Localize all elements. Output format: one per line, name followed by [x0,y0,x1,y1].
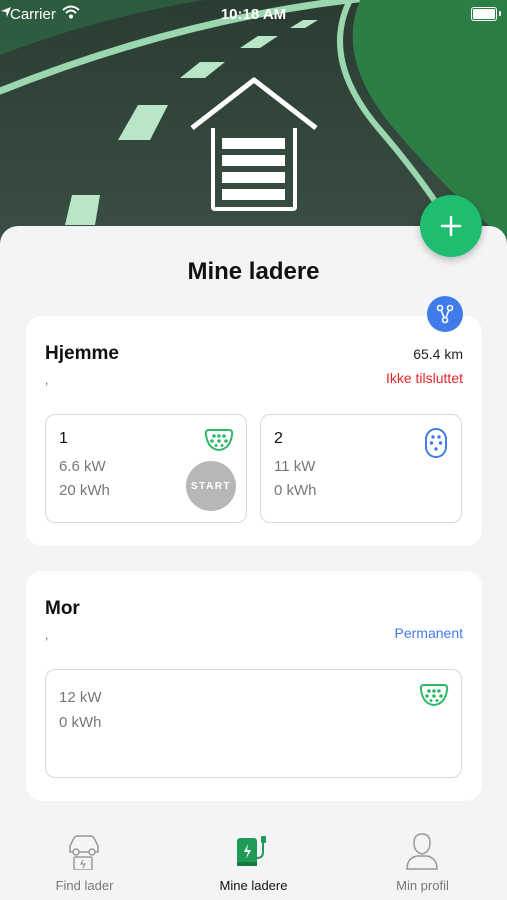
plus-icon [440,215,462,237]
start-charging-button[interactable]: START [186,461,236,511]
find-charger-icon [69,835,99,870]
tab-label: Mine ladere [219,878,288,893]
type2-plug-icon [204,429,234,452]
location-arrow-icon [1,7,11,17]
connector-energy: 0 kWh [59,714,102,731]
connector-1[interactable]: 1 6.6 kW 20 kWh START [45,414,247,523]
clock: 10:18 AM [220,6,287,23]
profile-icon [406,833,438,870]
type1-plug-icon [425,428,447,458]
share-charger-button[interactable] [427,296,463,332]
connector-power: 11 kW [274,458,316,475]
connector-number: 2 [274,430,283,447]
battery-icon [471,7,497,21]
connector-number: 1 [59,430,68,447]
charger-status: Ikke tilsluttet [385,370,463,386]
connector-1[interactable]: 12 kW 0 kWh [45,669,462,778]
charger-card-mor[interactable]: Mor , Permanent 12 kW 0 kWh [26,571,482,801]
tab-find-charger[interactable]: Find lader [0,820,169,900]
my-chargers-icon [237,836,266,866]
tab-my-chargers[interactable]: Mine ladere [169,820,338,900]
page-title: Mine ladere [187,258,320,285]
tab-my-profile[interactable]: Min profil [338,820,507,900]
connector-2[interactable]: 2 11 kW 0 kWh [260,414,462,523]
type2-plug-icon [419,684,449,707]
charger-name: Hjemme [45,343,119,364]
share-icon [436,304,454,324]
status-bar: Carrier 10:18 AM [0,0,507,28]
add-charger-button[interactable] [420,195,482,257]
charger-distance: 65.4 km [413,346,463,362]
charger-status: Permanent [394,625,463,641]
connector-power: 12 kW [59,689,102,706]
tab-bar: Find lader Mine ladere Min profil [0,820,507,900]
connector-power: 6.6 kW [59,458,106,475]
charger-card-hjemme[interactable]: Hjemme , 65.4 km Ikke tilsluttet 1 6.6 k… [26,316,482,546]
charger-name: Mor [45,598,80,619]
tab-label: Find lader [55,878,114,893]
tab-label: Min profil [396,878,449,893]
connector-energy: 0 kWh [274,482,317,499]
connector-energy: 20 kWh [59,482,110,499]
charger-address: , [45,628,49,642]
charger-address: , [45,373,49,387]
